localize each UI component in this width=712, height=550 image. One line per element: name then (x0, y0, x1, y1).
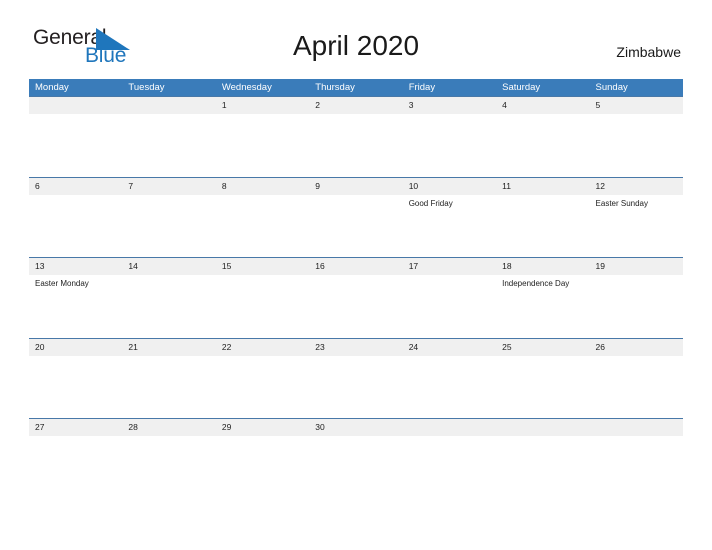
week-row: 6 7 8 9 10 11 12 Good Friday Easter Sund… (29, 176, 683, 258)
day-event-cell[interactable] (309, 275, 402, 337)
day-event-cell[interactable] (216, 436, 309, 498)
day-number-cell[interactable]: 13 (29, 258, 122, 275)
day-number-cell[interactable] (122, 97, 215, 114)
day-number-cell[interactable]: 27 (29, 419, 122, 436)
page-title: April 2020 (292, 30, 420, 61)
day-event-cell[interactable]: Easter Sunday (590, 195, 683, 257)
weekday-header-friday: Friday (408, 82, 436, 93)
day-event-cell[interactable] (403, 114, 496, 176)
day-event-cell[interactable] (216, 356, 309, 418)
day-number-cell[interactable]: 28 (122, 419, 215, 436)
weekday-header-sunday: Sunday (595, 82, 628, 93)
day-number-cell[interactable]: 5 (590, 97, 683, 114)
day-event-cell[interactable] (216, 275, 309, 337)
day-event-cell[interactable] (29, 356, 122, 418)
day-event-cell[interactable] (309, 114, 402, 176)
day-event-cell[interactable] (496, 114, 589, 176)
week-row: 1 2 3 4 5 (29, 96, 683, 177)
week-row: 20 21 22 23 24 25 26 (29, 337, 683, 419)
day-number-cell[interactable]: 1 (216, 97, 309, 114)
day-number-cell[interactable]: 23 (309, 339, 402, 356)
page-header: General Blue April 2020 Zimbabwe (0, 0, 712, 67)
day-event-cell[interactable] (590, 356, 683, 418)
day-event-cell[interactable] (496, 195, 589, 257)
week-event-row (29, 114, 683, 176)
calendar-location: Zimbabwe (616, 44, 681, 60)
week-date-numbers: 20 21 22 23 24 25 26 (29, 338, 683, 356)
day-event-cell[interactable] (122, 436, 215, 498)
day-number-cell[interactable]: 10 (403, 178, 496, 195)
day-event-cell[interactable] (496, 356, 589, 418)
day-number-cell[interactable]: 15 (216, 258, 309, 275)
day-event-cell[interactable] (496, 436, 589, 498)
week-event-row: Good Friday Easter Sunday (29, 194, 683, 257)
day-number-cell[interactable]: 17 (403, 258, 496, 275)
day-event-cell[interactable] (122, 356, 215, 418)
day-event-cell[interactable] (216, 195, 309, 257)
day-event-cell[interactable] (590, 114, 683, 176)
day-number-cell[interactable]: 3 (403, 97, 496, 114)
week-event-row (29, 436, 683, 499)
day-event-cell[interactable] (309, 436, 402, 498)
day-number-cell[interactable]: 12 (590, 178, 683, 195)
day-event-cell[interactable] (590, 275, 683, 337)
day-number-cell[interactable]: 4 (496, 97, 589, 114)
week-row: 13 14 15 16 17 18 19 Easter Monday Indep… (29, 257, 683, 338)
week-event-row: Easter Monday Independence Day (29, 275, 683, 338)
day-number-cell[interactable]: 26 (590, 339, 683, 356)
day-number-cell[interactable]: 21 (122, 339, 215, 356)
week-date-numbers: 13 14 15 16 17 18 19 (29, 258, 683, 276)
weekday-header-tuesday: Tuesday (128, 82, 165, 93)
week-event-row (29, 355, 683, 418)
weekday-header-saturday: Saturday (502, 82, 541, 93)
week-date-numbers: 6 7 8 9 10 11 12 (29, 177, 683, 195)
weekday-header-monday: Monday (35, 82, 69, 93)
day-number-cell[interactable]: 8 (216, 178, 309, 195)
day-number-cell[interactable]: 11 (496, 178, 589, 195)
day-number-cell[interactable]: 2 (309, 97, 402, 114)
day-number-cell[interactable] (29, 97, 122, 114)
day-event-cell[interactable] (29, 114, 122, 176)
calendar-grid: Monday Tuesday Wednesday Thursday Friday… (29, 79, 683, 499)
day-number-cell[interactable] (403, 419, 496, 436)
day-number-cell[interactable] (590, 419, 683, 436)
day-number-cell[interactable]: 19 (590, 258, 683, 275)
day-number-cell[interactable]: 25 (496, 339, 589, 356)
weekday-header-row: Monday Tuesday Wednesday Thursday Friday… (29, 79, 683, 96)
weekday-header-thursday: Thursday (315, 82, 355, 93)
day-event-cell[interactable] (29, 436, 122, 498)
day-number-cell[interactable]: 6 (29, 178, 122, 195)
day-event-cell[interactable]: Independence Day (496, 275, 589, 337)
day-event-cell[interactable] (122, 114, 215, 176)
day-event-cell[interactable] (29, 195, 122, 257)
day-number-cell[interactable]: 18 (496, 258, 589, 275)
day-event-cell[interactable] (216, 114, 309, 176)
day-event-cell[interactable] (122, 275, 215, 337)
day-number-cell[interactable]: 9 (309, 178, 402, 195)
day-number-cell[interactable]: 22 (216, 339, 309, 356)
week-row: 27 28 29 30 (29, 418, 683, 499)
day-number-cell[interactable]: 16 (309, 258, 402, 275)
day-number-cell[interactable]: 7 (122, 178, 215, 195)
day-number-cell[interactable]: 24 (403, 339, 496, 356)
day-event-cell[interactable] (403, 436, 496, 498)
day-number-cell[interactable]: 30 (309, 419, 402, 436)
day-event-cell[interactable] (403, 356, 496, 418)
day-event-cell[interactable] (403, 275, 496, 337)
day-number-cell[interactable]: 14 (122, 258, 215, 275)
day-event-cell[interactable] (309, 195, 402, 257)
day-number-cell[interactable]: 20 (29, 339, 122, 356)
day-event-cell[interactable] (122, 195, 215, 257)
day-event-cell[interactable] (590, 436, 683, 498)
day-event-cell[interactable]: Good Friday (403, 195, 496, 257)
weekday-header-wednesday: Wednesday (221, 82, 272, 93)
day-event-cell[interactable] (309, 356, 402, 418)
day-event-cell[interactable]: Easter Monday (29, 275, 122, 337)
week-date-numbers: 27 28 29 30 (29, 419, 683, 437)
week-date-numbers: 1 2 3 4 5 (29, 97, 683, 114)
day-number-cell[interactable] (496, 419, 589, 436)
day-number-cell[interactable]: 29 (216, 419, 309, 436)
